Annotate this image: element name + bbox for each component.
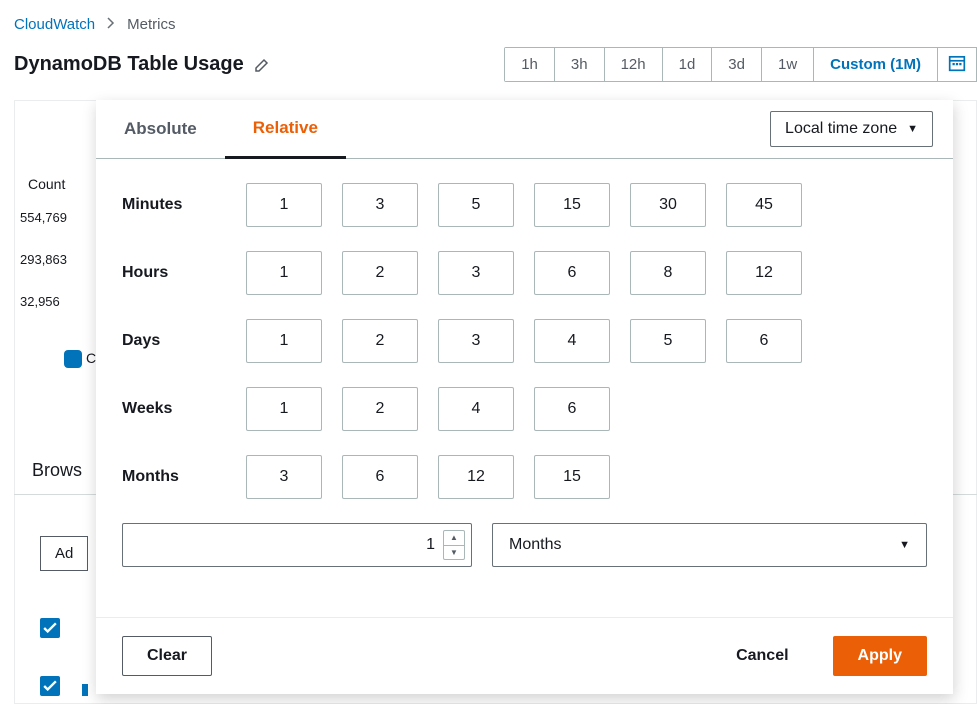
preset-button[interactable]: 5 (438, 183, 514, 227)
preset-button[interactable]: 2 (342, 319, 418, 363)
range-3d[interactable]: 3d (712, 48, 762, 81)
preset-button[interactable]: 45 (726, 183, 802, 227)
custom-unit-select[interactable]: Months ▼ (492, 523, 927, 567)
range-3h[interactable]: 3h (555, 48, 605, 81)
preset-button[interactable]: 8 (630, 251, 706, 295)
preset-button[interactable]: 6 (534, 251, 610, 295)
clear-button[interactable]: Clear (122, 636, 212, 676)
metric-checkbox[interactable] (40, 618, 60, 638)
calendar-button[interactable] (938, 47, 977, 82)
timezone-label: Local time zone (785, 120, 897, 138)
breadcrumb-current: Metrics (127, 16, 175, 33)
add-button[interactable]: Ad (40, 536, 88, 571)
preset-button[interactable]: 3 (246, 455, 322, 499)
preset-button[interactable]: 1 (246, 251, 322, 295)
custom-value: 1 (426, 536, 435, 554)
row-label: Weeks (122, 400, 226, 418)
browse-section-title: Brows (32, 460, 82, 481)
preset-button[interactable]: 30 (630, 183, 706, 227)
y-axis-label: Count (28, 176, 65, 192)
row-hours: Hours 1 2 3 6 8 12 (122, 251, 927, 295)
row-label: Months (122, 468, 226, 486)
preset-button[interactable]: 5 (630, 319, 706, 363)
preset-button[interactable]: 2 (342, 251, 418, 295)
preset-button[interactable]: 12 (438, 455, 514, 499)
quantity-stepper[interactable]: ▲ ▼ (443, 530, 465, 560)
time-range-popup: Absolute Relative Local time zone ▼ Minu… (96, 100, 953, 694)
custom-unit-label: Months (509, 536, 561, 554)
header-row: DynamoDB Table Usage 1h 3h 12h 1d 3d 1w … (0, 43, 977, 90)
preset-button[interactable]: 1 (246, 387, 322, 431)
preset-button[interactable]: 3 (438, 251, 514, 295)
range-12h[interactable]: 12h (605, 48, 663, 81)
metric-checkbox[interactable] (40, 676, 60, 696)
range-custom[interactable]: Custom (1M) (814, 48, 938, 81)
y-tick: 32,956 (20, 294, 60, 309)
legend-color-chip (64, 350, 82, 368)
preset-button[interactable]: 6 (534, 387, 610, 431)
row-weeks: Weeks 1 2 4 6 (122, 387, 927, 431)
cancel-button[interactable]: Cancel (712, 637, 812, 675)
preset-button[interactable]: 15 (534, 183, 610, 227)
preset-button[interactable]: 6 (342, 455, 418, 499)
chevron-down-icon: ▼ (899, 539, 910, 551)
range-1d[interactable]: 1d (663, 48, 713, 81)
time-range-tabs: 1h 3h 12h 1d 3d 1w Custom (1M) (504, 47, 938, 82)
y-tick: 293,863 (20, 252, 67, 267)
preset-button[interactable]: 1 (246, 183, 322, 227)
preset-button[interactable]: 2 (342, 387, 418, 431)
range-1h[interactable]: 1h (505, 48, 555, 81)
y-tick: 554,769 (20, 210, 67, 225)
calendar-icon (948, 54, 966, 75)
preset-button[interactable]: 4 (534, 319, 610, 363)
popup-footer: Clear Cancel Apply (96, 617, 953, 694)
preset-button[interactable]: 12 (726, 251, 802, 295)
row-label: Hours (122, 264, 226, 282)
custom-value-input[interactable]: 1 ▲ ▼ (122, 523, 472, 567)
breadcrumb-root[interactable]: CloudWatch (14, 16, 95, 33)
page-title: DynamoDB Table Usage (14, 53, 244, 76)
row-months: Months 3 6 12 15 (122, 455, 927, 499)
tab-relative[interactable]: Relative (225, 100, 346, 159)
stepper-down-icon[interactable]: ▼ (444, 546, 464, 560)
timezone-select[interactable]: Local time zone ▼ (770, 111, 933, 147)
custom-range-row: 1 ▲ ▼ Months ▼ (122, 523, 927, 567)
preset-button[interactable]: 3 (438, 319, 514, 363)
preset-button[interactable]: 4 (438, 387, 514, 431)
breadcrumb: CloudWatch Metrics (0, 0, 977, 43)
chevron-down-icon: ▼ (907, 123, 918, 135)
popup-tabs: Absolute Relative Local time zone ▼ (96, 100, 953, 159)
row-label: Days (122, 332, 226, 350)
preset-button[interactable]: 3 (342, 183, 418, 227)
row-label: Minutes (122, 196, 226, 214)
preset-button[interactable]: 6 (726, 319, 802, 363)
edit-icon[interactable] (254, 57, 270, 73)
relative-body: Minutes 1 3 5 15 30 45 Hours 1 2 3 6 8 1… (96, 159, 953, 617)
range-1w[interactable]: 1w (762, 48, 814, 81)
row-days: Days 1 2 3 4 5 6 (122, 319, 927, 363)
legend-label: C (86, 350, 96, 366)
series-color-bar (82, 684, 88, 696)
preset-button[interactable]: 1 (246, 319, 322, 363)
stepper-up-icon[interactable]: ▲ (444, 531, 464, 546)
row-minutes: Minutes 1 3 5 15 30 45 (122, 183, 927, 227)
tab-absolute[interactable]: Absolute (96, 101, 225, 157)
apply-button[interactable]: Apply (833, 636, 927, 676)
preset-button[interactable]: 15 (534, 455, 610, 499)
chevron-right-icon (107, 16, 115, 33)
